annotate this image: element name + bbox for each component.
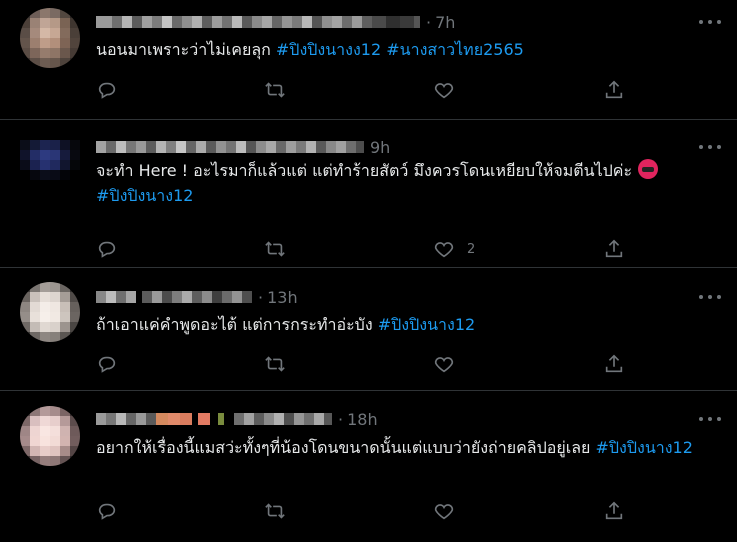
hashtag-link[interactable]: #ปิงปิงนาง12 bbox=[595, 438, 692, 457]
tweet-text-body: อยากให้เรื่องนี้แมสว่ะทั้งๆที่น้องโดนขนา… bbox=[96, 438, 596, 457]
tweet-header: · 13h bbox=[96, 287, 298, 307]
like-button[interactable] bbox=[433, 78, 455, 102]
tweet-1[interactable]: · 7h นอนมาเพราะว่าไม่เคยลุก #ปิงปิงนางง1… bbox=[0, 0, 737, 120]
author-name-redacted[interactable] bbox=[96, 290, 252, 304]
avatar[interactable] bbox=[20, 8, 80, 68]
like-icon bbox=[434, 504, 454, 520]
like-button[interactable] bbox=[433, 499, 455, 523]
share-button[interactable] bbox=[603, 499, 625, 523]
tweet-3[interactable]: · 13h ถ้าเอาแค่คำพูดอะไต้ แต่การกระทำอ่ะ… bbox=[0, 268, 737, 391]
retweet-icon bbox=[265, 503, 285, 519]
tweet-header: 9h bbox=[96, 137, 390, 157]
like-icon bbox=[434, 83, 454, 99]
author-name-redacted[interactable] bbox=[96, 412, 332, 426]
tweet-actions bbox=[96, 352, 636, 376]
more-icon[interactable] bbox=[699, 14, 721, 30]
tweet-header: · 7h bbox=[96, 12, 455, 32]
share-button[interactable] bbox=[603, 352, 625, 376]
reply-button[interactable] bbox=[96, 499, 118, 523]
like-button[interactable]: 2 bbox=[433, 237, 475, 261]
retweet-button[interactable] bbox=[264, 237, 286, 261]
reply-button[interactable] bbox=[96, 352, 118, 376]
like-button[interactable] bbox=[433, 352, 455, 376]
tweet-text-body: จะทำ Here ! อะไรมาก็แล้วแต่ แต่ทำร้ายสัต… bbox=[96, 161, 633, 180]
tweet-feed: · 7h นอนมาเพราะว่าไม่เคยลุก #ปิงปิงนางง1… bbox=[0, 0, 737, 542]
share-icon bbox=[605, 501, 623, 520]
avatar[interactable] bbox=[20, 130, 80, 190]
separator-dot: · bbox=[338, 409, 344, 429]
share-button[interactable] bbox=[603, 78, 625, 102]
more-icon[interactable] bbox=[699, 411, 721, 427]
reply-icon bbox=[98, 241, 116, 258]
retweet-icon bbox=[265, 241, 285, 257]
tweet-text: อยากให้เรื่องนี้แมสว่ะทั้งๆที่น้องโดนขนา… bbox=[96, 435, 713, 460]
reply-button[interactable] bbox=[96, 78, 118, 102]
retweet-button[interactable] bbox=[264, 78, 286, 102]
tweet-actions bbox=[96, 78, 636, 102]
tweet-time[interactable]: 9h bbox=[370, 138, 390, 157]
like-icon bbox=[434, 242, 454, 258]
tweet-text: นอนมาเพราะว่าไม่เคยลุก #ปิงปิงนางง12 #นา… bbox=[96, 37, 713, 62]
like-icon bbox=[434, 357, 454, 373]
avatar[interactable] bbox=[20, 282, 80, 342]
tweet-2[interactable]: 9h จะทำ Here ! อะไรมาก็แล้วแต่ แต่ทำร้าย… bbox=[0, 120, 737, 268]
tweet-header: · 18h bbox=[96, 409, 378, 429]
tweet-text: ถ้าเอาแค่คำพูดอะไต้ แต่การกระทำอ่ะบัง #ป… bbox=[96, 312, 713, 337]
angry-face-icon bbox=[638, 159, 659, 179]
tweet-actions bbox=[96, 499, 636, 523]
tweet-text-content-2: จะทำ Here ! อะไรมาก็แล้วแต่ แต่ทำร้ายสัต… bbox=[96, 158, 713, 208]
tweet-4[interactable]: · 18h อยากให้เรื่องนี้แมสว่ะทั้งๆที่น้อง… bbox=[0, 391, 737, 542]
hashtag-link[interactable]: #นางสาวไทย2565 bbox=[386, 40, 524, 59]
separator-dot: · bbox=[258, 287, 264, 307]
hashtag-link[interactable]: #ปิงปิงนาง12 bbox=[96, 186, 193, 205]
retweet-icon bbox=[265, 356, 285, 372]
share-button[interactable] bbox=[603, 237, 625, 261]
tweet-time[interactable]: 7h bbox=[435, 13, 455, 32]
more-icon[interactable] bbox=[699, 289, 721, 305]
reply-button[interactable] bbox=[96, 237, 118, 261]
reply-icon bbox=[98, 356, 116, 373]
reply-icon bbox=[98, 503, 116, 520]
share-icon bbox=[605, 80, 623, 99]
author-name-redacted[interactable] bbox=[96, 15, 420, 29]
tweet-actions: 2 bbox=[96, 237, 636, 261]
tweet-text-body: นอนมาเพราะว่าไม่เคยลุก bbox=[96, 40, 276, 59]
tweet-time[interactable]: 13h bbox=[267, 288, 298, 307]
retweet-button[interactable] bbox=[264, 499, 286, 523]
more-icon[interactable] bbox=[699, 139, 721, 155]
retweet-icon bbox=[265, 82, 285, 98]
share-icon bbox=[605, 239, 623, 258]
hashtag-link[interactable]: #ปิงปิงนางง12 bbox=[276, 40, 381, 59]
hashtag-link[interactable]: #ปิงปิงนาง12 bbox=[378, 315, 475, 334]
like-count: 2 bbox=[467, 241, 476, 257]
retweet-button[interactable] bbox=[264, 352, 286, 376]
separator-dot: · bbox=[426, 12, 432, 32]
tweet-text-body: ถ้าเอาแค่คำพูดอะไต้ แต่การกระทำอ่ะบัง bbox=[96, 315, 378, 334]
share-icon bbox=[605, 354, 623, 373]
author-name-redacted[interactable] bbox=[96, 140, 364, 154]
reply-icon bbox=[98, 82, 116, 99]
tweet-time[interactable]: 18h bbox=[347, 410, 378, 429]
avatar[interactable] bbox=[20, 406, 80, 466]
